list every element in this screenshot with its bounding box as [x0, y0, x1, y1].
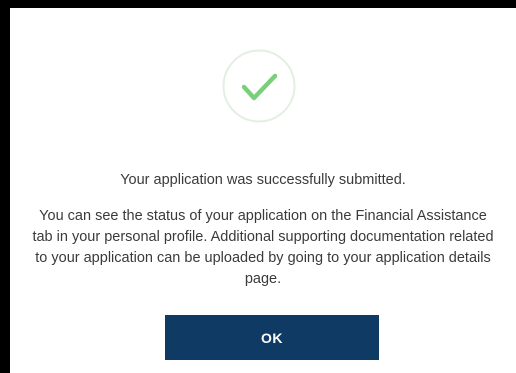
success-message: You can see the status of your applicati…: [32, 208, 494, 287]
success-headline: Your application was successfully submit…: [120, 172, 406, 188]
check-circle-icon: [222, 49, 296, 123]
ok-button[interactable]: OK: [165, 315, 379, 360]
success-dialog: Your application was successfully submit…: [10, 8, 516, 373]
